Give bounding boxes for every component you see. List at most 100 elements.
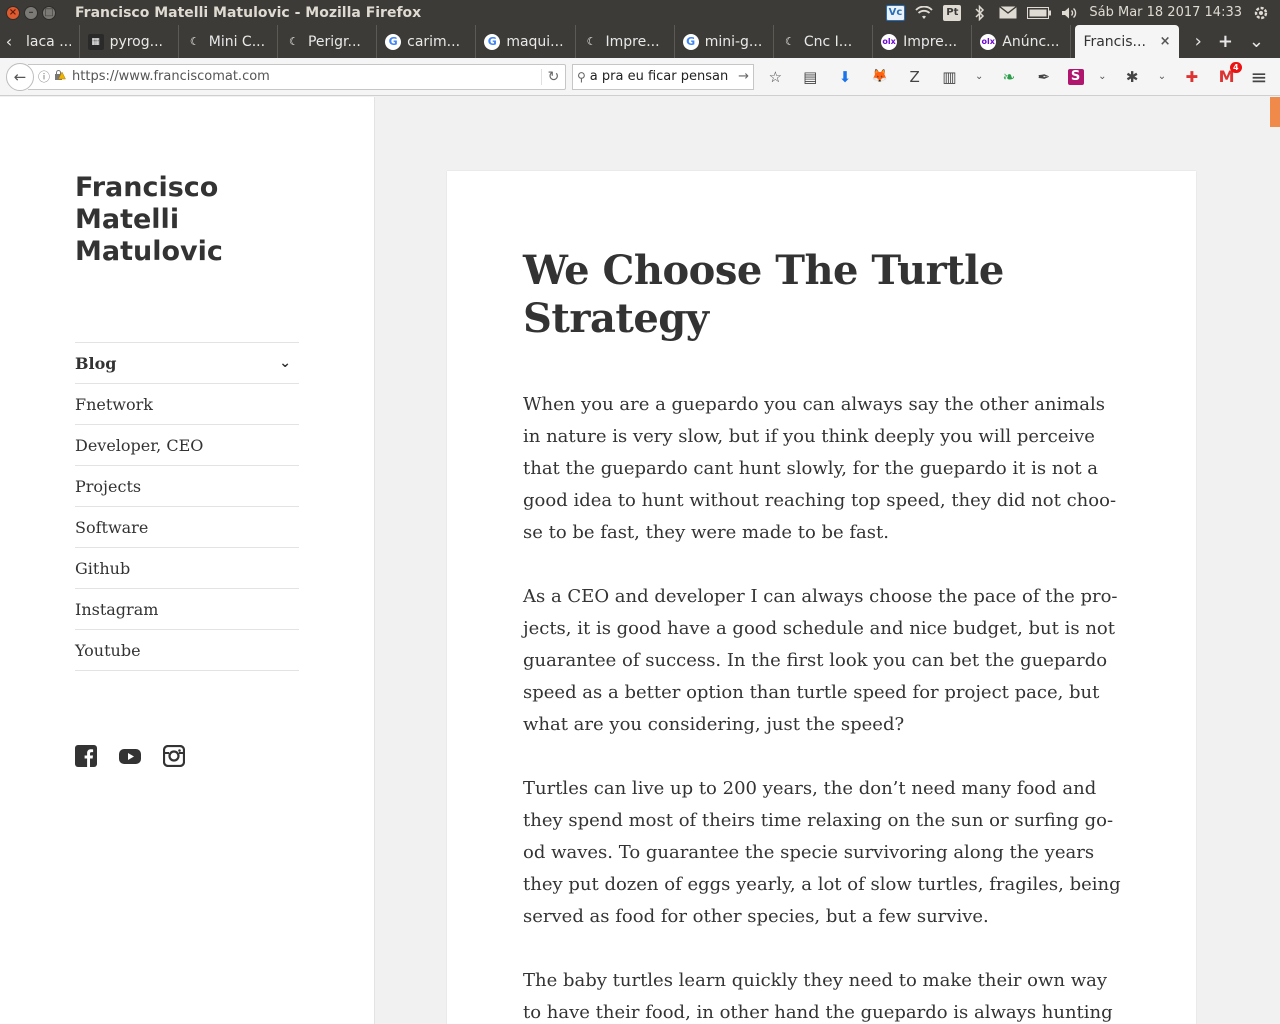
downloads-icon[interactable]: ⬇ [834,66,856,88]
social-links [75,745,185,767]
article-card: We Choose The Turtle Strategy When you a… [447,171,1196,1024]
window-buttons: × – □ [0,5,75,20]
bluetooth-icon[interactable] [971,4,989,22]
tab[interactable]: ☾ Perigr... [278,25,378,58]
article-paragraph: Turtles can live up to 200 years, the do… [523,773,1121,933]
site-title-line[interactable]: Matulovic [75,236,315,268]
chevron-down-icon[interactable]: ⌄ [279,355,299,371]
menu-item-label[interactable]: Projects [75,477,141,496]
pt-keyboard-icon[interactable]: Pt [943,4,962,22]
url-bar[interactable]: ⓘ https://www.franciscomat.com ↻ [28,63,566,90]
reading-list-icon[interactable]: ▤ [799,66,821,88]
insecure-lock-icon[interactable] [54,69,66,84]
fox-addon-icon[interactable]: 🦊 [869,66,891,88]
window-close-button[interactable]: × [6,5,20,20]
article-title-line: Strategy [523,295,709,342]
mail-icon[interactable] [999,4,1018,22]
volume-icon[interactable] [1061,4,1079,22]
list-all-tabs-button[interactable]: ⌄ [1249,31,1264,52]
paragraph-line: they spend most of theirs time relaxing … [523,810,1114,831]
tab-scroll-left-button[interactable]: ‹ [0,25,18,58]
tab-scroll-right-button[interactable]: › [1195,31,1202,52]
menu-item-label[interactable]: Instagram [75,600,158,619]
site-title-line[interactable]: Matelli [75,204,315,236]
bookmark-star-icon[interactable]: ☆ [764,66,786,88]
menu-item[interactable]: Software [75,507,299,548]
dropdown-3-icon[interactable]: ⌄ [1156,66,1168,88]
redcross-addon-icon[interactable]: ✚ [1181,66,1203,88]
paragraph-line: When you are a guepardo you can always s… [523,394,1106,415]
bug-addon-icon[interactable]: ✱ [1121,66,1143,88]
leaf-addon-icon[interactable]: ❧ [998,66,1020,88]
site-info-icon[interactable]: ⓘ [38,68,50,85]
tab-close-icon[interactable]: × [1160,34,1171,49]
page-scrollbar-thumb[interactable] [1270,97,1280,127]
tab[interactable]: ☾ Impre... [576,25,675,58]
menu-item[interactable]: Developer, CEO [75,425,299,466]
clipboard-addon-icon[interactable]: ▥ [938,66,960,88]
os-titlebar: × – □ Francisco Matelli Matulovic - Mozi… [0,0,1280,25]
menu-item-label[interactable]: Software [75,518,148,537]
menu-item-label[interactable]: Github [75,559,130,578]
url-text[interactable]: https://www.franciscomat.com [72,69,541,84]
search-go-icon[interactable]: → [738,69,749,84]
search-text[interactable]: a pra eu ficar pensan [590,69,738,84]
paragraph-line: what are you considering, just the speed… [523,714,905,735]
olx-favicon-icon: olx [881,33,898,50]
tab[interactable]: olx Impre... [873,25,973,58]
window-maximize-button[interactable]: □ [42,5,56,20]
gmail-icon[interactable]: M4 [1216,61,1242,88]
new-tab-button[interactable]: + [1218,31,1233,52]
reload-icon[interactable]: ↻ [541,68,565,85]
feather-addon-icon[interactable]: ✒ [1033,66,1055,88]
menu-item-label[interactable]: Blog [75,354,116,373]
menu-item-label[interactable]: Youtube [75,641,141,660]
tab[interactable]: Gmaqui... [476,25,576,58]
youtube-icon[interactable] [119,745,141,767]
menu-item[interactable]: Fnetwork [75,384,299,425]
zotero-icon[interactable]: Z [904,66,926,88]
dropdown-2-icon[interactable]: ⌄ [1096,66,1108,88]
wifi-icon[interactable] [915,4,933,22]
menu-item[interactable]: Instagram [75,589,299,630]
tab[interactable]: Gmini-g... [675,25,774,58]
site-title[interactable]: Francisco Matelli Matulovic [75,172,315,268]
menu-item[interactable]: Blog ⌄ [75,343,299,384]
s-addon-icon[interactable]: S [1067,68,1084,85]
tab-label: Cnc I... [803,33,853,50]
clock[interactable]: Sáb Mar 18 2017 14:33 [1089,5,1242,20]
instagram-icon[interactable] [163,745,185,767]
power-gear-icon[interactable] [1252,4,1270,22]
menu-item-label[interactable]: Developer, CEO [75,436,203,455]
tab[interactable]: olx Anúnc... [972,25,1072,58]
hamburger-menu-icon[interactable]: ≡ [1248,65,1270,89]
search-field[interactable]: ⚲ a pra eu ficar pensan → [572,63,754,90]
back-button[interactable]: ← [6,62,34,91]
menu-item[interactable]: Github [75,548,299,589]
dropdown-1-icon[interactable]: ⌄ [973,66,985,88]
tab[interactable]: laca ... [18,25,80,58]
article-paragraph: When you are a guepardo you can always s… [523,389,1116,549]
tab[interactable]: ☾ Cnc I... [774,25,874,58]
tab[interactable]: ☾ Mini C... [179,25,278,58]
article-title: We Choose The Turtle Strategy [523,247,1083,343]
facebook-icon[interactable] [75,745,97,767]
window-minimize-button[interactable]: – [24,5,38,20]
moon-favicon-icon: ☾ [289,35,299,48]
paragraph-line: guarantee of success. In the first look … [523,650,1108,671]
menu-item[interactable]: Projects [75,466,299,507]
vc-icon[interactable]: Vc [885,4,906,22]
google-favicon-icon: G [484,33,501,50]
gmail-badge: 4 [1229,61,1242,73]
paragraph-line: that the guepardo cant hunt slowly, for … [523,458,1099,479]
site-title-line[interactable]: Francisco [75,172,315,204]
tab[interactable]: ▦ pyrog... [80,25,179,58]
tab-label: mini-g... [704,33,763,50]
battery-icon[interactable] [1027,4,1052,22]
menu-item-label[interactable]: Fnetwork [75,395,153,414]
tab-label: Anúnc... [1002,33,1060,50]
tab-active[interactable]: Francis... × [1075,25,1179,58]
tab[interactable]: Gcarim... [377,25,477,58]
menu-item[interactable]: Youtube [75,630,299,671]
window-title: Francisco Matelli Matulovic - Mozilla Fi… [75,4,422,21]
